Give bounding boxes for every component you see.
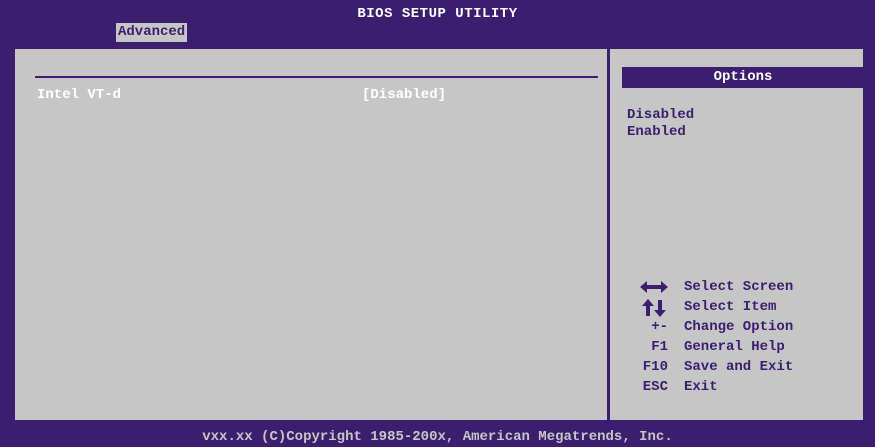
setting-row-intel-vt-d[interactable]: Intel VT-d [Disabled]: [37, 87, 577, 105]
help-text: General Help: [684, 339, 785, 355]
help-key: F1: [651, 339, 668, 355]
help-text: Save and Exit: [684, 359, 794, 375]
help-text: Exit: [684, 379, 718, 395]
setting-label: Intel VT-d: [37, 87, 122, 103]
copyright-footer: vxx.xx (C)Copyright 1985-200x, American …: [202, 429, 673, 445]
help-text: Select Screen: [684, 279, 794, 295]
option-enabled[interactable]: Enabled: [627, 124, 686, 140]
setting-value[interactable]: [Disabled]: [362, 87, 446, 103]
help-key: ESC: [642, 379, 668, 395]
help-key: +-: [651, 319, 668, 335]
up-down-arrows-icon: [624, 299, 668, 317]
help-row-save-exit: F10 Save and Exit: [624, 359, 854, 377]
help-text: Select Item: [684, 299, 777, 315]
help-row-select-item: Select Item: [624, 299, 854, 317]
options-header: Options: [622, 67, 864, 88]
option-disabled[interactable]: Disabled: [627, 107, 694, 123]
help-row-change-option: +- Change Option: [624, 319, 854, 337]
utility-title: BIOS SETUP UTILITY: [357, 6, 518, 22]
settings-pane: Intel VT-d [Disabled]: [15, 49, 607, 420]
help-row-select-screen: Select Screen: [624, 279, 854, 297]
help-text: Change Option: [684, 319, 794, 335]
help-pane: Options Disabled Enabled Select Screen S…: [610, 49, 864, 420]
help-row-exit: ESC Exit: [624, 379, 854, 397]
tab-advanced[interactable]: Advanced: [116, 23, 188, 42]
settings-divider: [35, 76, 598, 78]
bios-screen: BIOS SETUP UTILITY Advanced Intel VT-d […: [0, 0, 875, 447]
help-row-general-help: F1 General Help: [624, 339, 854, 357]
main-frame: Intel VT-d [Disabled] Options Disabled E…: [12, 46, 866, 423]
help-key: F10: [642, 359, 668, 375]
left-right-arrows-icon: [624, 279, 668, 295]
